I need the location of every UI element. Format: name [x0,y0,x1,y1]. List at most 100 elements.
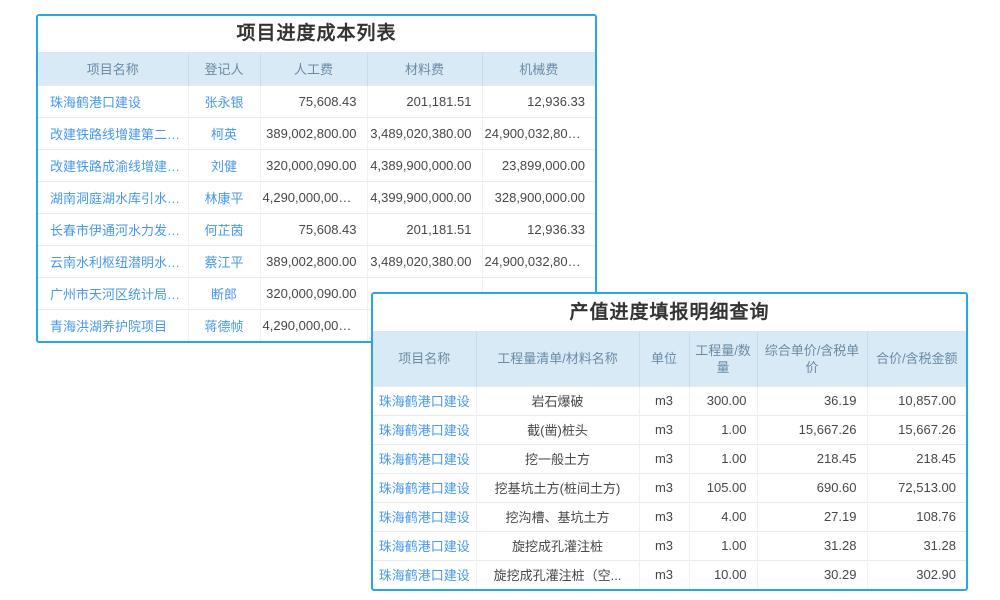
quantity-cell: 105.00 [689,473,757,502]
unit-cell: m3 [639,560,689,589]
project-name-link[interactable]: 珠海鹤港口建设 [373,473,476,502]
cost-col-header-machine: 机械费 [482,53,595,85]
material-cost-cell: 4,399,900,000.00 [367,181,482,213]
project-name-link[interactable]: 珠海鹤港口建设 [373,444,476,473]
total-price-cell: 108.76 [867,502,966,531]
unit-cell: m3 [639,415,689,444]
material-cost-cell: 201,181.51 [367,85,482,117]
registrant-link[interactable]: 张永银 [188,85,260,117]
output-col-header-project: 项目名称 [373,332,476,386]
cost-col-header-project: 项目名称 [38,53,188,85]
total-price-cell: 31.28 [867,531,966,560]
unit-price-cell: 27.19 [757,502,867,531]
boq-material-name-cell: 旋挖成孔灌注桩 [476,531,639,560]
output-table-header-row: 项目名称 工程量清单/材料名称 单位 工程量/数量 综合单价/含税单价 合价/含… [373,332,966,386]
project-name-link[interactable]: 珠海鹤港口建设 [373,531,476,560]
unit-cell: m3 [639,473,689,502]
quantity-cell: 1.00 [689,444,757,473]
output-table-row: 珠海鹤港口建设 挖基坑土方(桩间土方) m3 105.00 690.60 72,… [373,473,966,502]
output-col-header-quantity: 工程量/数量 [689,332,757,386]
registrant-link[interactable]: 断郎 [188,277,260,309]
quantity-cell: 4.00 [689,502,757,531]
registrant-link[interactable]: 蒋德帧 [188,309,260,341]
total-price-cell: 218.45 [867,444,966,473]
machine-cost-cell: 12,936.33 [482,85,595,117]
unit-cell: m3 [639,386,689,415]
page: { "colors": { "card_border": "#29a7e2", … [0,0,1000,600]
project-name-link[interactable]: 珠海鹤港口建设 [373,502,476,531]
output-table-row: 珠海鹤港口建设 旋挖成孔灌注桩 m3 1.00 31.28 31.28 [373,531,966,560]
output-value-table: 项目名称 工程量清单/材料名称 单位 工程量/数量 综合单价/含税单价 合价/含… [373,332,966,589]
material-cost-cell: 3,489,020,380.00 [367,117,482,149]
registrant-link[interactable]: 蔡江平 [188,245,260,277]
project-name-link[interactable]: 珠海鹤港口建设 [38,85,188,117]
labor-cost-cell: 4,290,000,000.00 [260,181,367,213]
project-name-link[interactable]: 改建铁路线增建第二线... [38,117,188,149]
output-table-row: 珠海鹤港口建设 岩石爆破 m3 300.00 36.19 10,857.00 [373,386,966,415]
output-table-row: 珠海鹤港口建设 挖沟槽、基坑土方 m3 4.00 27.19 108.76 [373,502,966,531]
cost-table-row: 改建铁路线增建第二线... 柯英 389,002,800.00 3,489,02… [38,117,595,149]
boq-material-name-cell: 岩石爆破 [476,386,639,415]
output-table-row: 珠海鹤港口建设 截(凿)桩头 m3 1.00 15,667.26 15,667.… [373,415,966,444]
total-price-cell: 72,513.00 [867,473,966,502]
quantity-cell: 1.00 [689,415,757,444]
unit-price-cell: 15,667.26 [757,415,867,444]
cost-table-row: 云南水利枢纽潜明水库... 蔡江平 389,002,800.00 3,489,0… [38,245,595,277]
registrant-link[interactable]: 林康平 [188,181,260,213]
material-cost-cell: 4,389,900,000.00 [367,149,482,181]
boq-material-name-cell: 挖一般土方 [476,444,639,473]
material-cost-cell: 3,489,020,380.00 [367,245,482,277]
quantity-cell: 300.00 [689,386,757,415]
unit-cell: m3 [639,444,689,473]
output-table-row: 珠海鹤港口建设 挖一般土方 m3 1.00 218.45 218.45 [373,444,966,473]
project-name-link[interactable]: 改建铁路成渝线增建第... [38,149,188,181]
boq-material-name-cell: 挖基坑土方(桩间土方) [476,473,639,502]
labor-cost-cell: 75,608.43 [260,85,367,117]
unit-cell: m3 [639,531,689,560]
registrant-link[interactable]: 柯英 [188,117,260,149]
unit-price-cell: 690.60 [757,473,867,502]
project-name-link[interactable]: 云南水利枢纽潜明水库... [38,245,188,277]
total-price-cell: 302.90 [867,560,966,589]
project-name-link[interactable]: 湖南洞庭湖水库引水工... [38,181,188,213]
registrant-link[interactable]: 刘健 [188,149,260,181]
output-col-header-item: 工程量清单/材料名称 [476,332,639,386]
machine-cost-cell: 24,900,032,800.00 [482,117,595,149]
unit-cell: m3 [639,502,689,531]
cost-table-title: 项目进度成本列表 [38,16,595,53]
output-value-table-title: 产值进度填报明细查询 [373,294,966,332]
output-table-body: 珠海鹤港口建设 岩石爆破 m3 300.00 36.19 10,857.00 珠… [373,386,966,589]
unit-price-cell: 218.45 [757,444,867,473]
labor-cost-cell: 4,290,000,000.00 [260,309,367,341]
labor-cost-cell: 320,000,090.00 [260,149,367,181]
cost-col-header-material: 材料费 [367,53,482,85]
cost-table-row: 湖南洞庭湖水库引水工... 林康平 4,290,000,000.00 4,399… [38,181,595,213]
cost-table-row: 珠海鹤港口建设 张永银 75,608.43 201,181.51 12,936.… [38,85,595,117]
project-name-link[interactable]: 青海洪湖养护院项目 [38,309,188,341]
output-value-table-card: 产值进度填报明细查询 项目名称 工程量清单/材料名称 单位 工程量/数量 综合单… [371,292,968,591]
labor-cost-cell: 389,002,800.00 [260,117,367,149]
output-col-header-unit: 单位 [639,332,689,386]
cost-col-header-registrant: 登记人 [188,53,260,85]
boq-material-name-cell: 旋挖成孔灌注桩（空... [476,560,639,589]
total-price-cell: 10,857.00 [867,386,966,415]
project-name-link[interactable]: 珠海鹤港口建设 [373,415,476,444]
machine-cost-cell: 12,936.33 [482,213,595,245]
cost-table-row: 改建铁路成渝线增建第... 刘健 320,000,090.00 4,389,90… [38,149,595,181]
output-col-header-total: 合价/含税金额 [867,332,966,386]
boq-material-name-cell: 截(凿)桩头 [476,415,639,444]
project-name-link[interactable]: 珠海鹤港口建设 [373,386,476,415]
output-col-header-unit-price: 综合单价/含税单价 [757,332,867,386]
quantity-cell: 1.00 [689,531,757,560]
labor-cost-cell: 320,000,090.00 [260,277,367,309]
boq-material-name-cell: 挖沟槽、基坑土方 [476,502,639,531]
project-name-link[interactable]: 珠海鹤港口建设 [373,560,476,589]
project-name-link[interactable]: 广州市天河区统计局机... [38,277,188,309]
cost-table-header-row: 项目名称 登记人 人工费 材料费 机械费 [38,53,595,85]
registrant-link[interactable]: 何芷茵 [188,213,260,245]
output-table-row: 珠海鹤港口建设 旋挖成孔灌注桩（空... m3 10.00 30.29 302.… [373,560,966,589]
quantity-cell: 10.00 [689,560,757,589]
machine-cost-cell: 23,899,000.00 [482,149,595,181]
labor-cost-cell: 75,608.43 [260,213,367,245]
project-name-link[interactable]: 长春市伊通河水力发电... [38,213,188,245]
